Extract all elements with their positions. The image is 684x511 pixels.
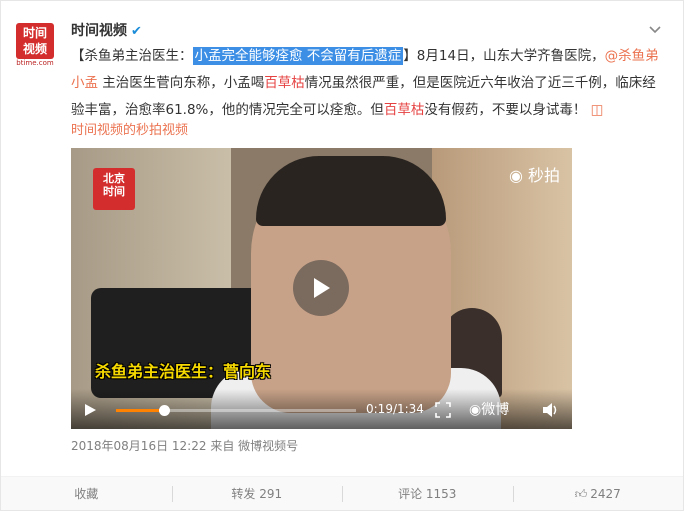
author-name[interactable]: 时间视频 ✔	[71, 20, 142, 40]
weibo-logo: ◉微博	[469, 402, 510, 418]
video-channel-logo: 北京 时间	[93, 168, 135, 210]
post-text-part: 没有假药，不要以身试毒！	[424, 102, 587, 118]
timestamp[interactable]: 2018年08月16日 12:22	[71, 439, 206, 453]
avatar-logo: 时间 视频	[16, 23, 54, 59]
fullscreen-icon[interactable]	[435, 402, 451, 418]
keyword-link[interactable]: 百草枯	[384, 102, 425, 118]
post-text-part: 主治医生菅向东称，小孟喝	[98, 75, 265, 91]
like-count: 2427	[590, 487, 621, 501]
action-bar: 收藏 转发 291 评论 1153 👍︎ 2427	[1, 476, 683, 510]
progress-fill	[116, 409, 164, 412]
highlighted-text: 小孟完全能够痊愈 不会留有后遗症	[192, 47, 404, 65]
video-player[interactable]: 北京 时间 ◉ 秒拍 杀鱼弟主治医生：菅向东 0:19/1:34 ◉微博	[71, 148, 572, 429]
verified-icon: ✔	[131, 24, 142, 39]
video-link-icon[interactable]: ◫	[586, 102, 604, 118]
post-text-part: 【杀鱼弟主治医生：	[71, 48, 193, 64]
weibo-label: 微博	[481, 402, 510, 418]
play-icon[interactable]	[83, 403, 97, 417]
miaopai-watermark: ◉ 秒拍	[508, 166, 560, 185]
weibo-card: 时间 视频 btime.com 时间视频 ✔ 【杀鱼弟主治医生： 小孟完全能够痊愈 不…	[0, 0, 684, 511]
avatar[interactable]: 时间 视频 btime.com	[16, 23, 54, 67]
thumbs-up-icon: 👍︎	[574, 487, 588, 501]
progress-knob[interactable]	[159, 405, 170, 416]
comment-button[interactable]: 评论 1153	[342, 477, 513, 510]
chevron-down-icon[interactable]	[647, 21, 663, 37]
progress-track[interactable]	[116, 405, 356, 416]
favorite-button[interactable]: 收藏	[1, 477, 172, 510]
volume-icon[interactable]	[542, 402, 560, 418]
avatar-sub: btime.com	[16, 59, 54, 67]
comment-label: 评论 1153	[398, 487, 457, 501]
keyword-link[interactable]: 百草枯	[264, 75, 305, 91]
like-button[interactable]: 👍︎ 2427	[512, 477, 684, 510]
repost-button[interactable]: 转发 291	[171, 477, 343, 510]
miaopai-label: 秒拍	[527, 166, 560, 185]
source-label[interactable]: 来自 微博视频号	[210, 439, 298, 453]
source-video-link[interactable]: 时间视频的秒拍视频	[71, 119, 188, 138]
time-display: 0:19/1:34	[366, 402, 424, 416]
play-overlay-button[interactable]	[293, 260, 349, 316]
post-text: 【杀鱼弟主治医生： 小孟完全能够痊愈 不会留有后遗症 】8月14日，山东大学齐鲁医院…	[71, 43, 667, 124]
video-caption: 杀鱼弟主治医生：菅向东	[95, 362, 272, 381]
doctor-hair	[256, 156, 446, 226]
post-text-part: 】8月14日，山东大学齐鲁医院，	[403, 48, 605, 64]
repost-label: 转发 291	[231, 487, 283, 501]
video-controls: 0:19/1:34 ◉微博	[71, 389, 572, 429]
post-meta: 2018年08月16日 12:22 来自 微博视频号	[71, 437, 298, 454]
favorite-label: 收藏	[74, 487, 99, 501]
author-label[interactable]: 时间视频	[71, 23, 127, 39]
